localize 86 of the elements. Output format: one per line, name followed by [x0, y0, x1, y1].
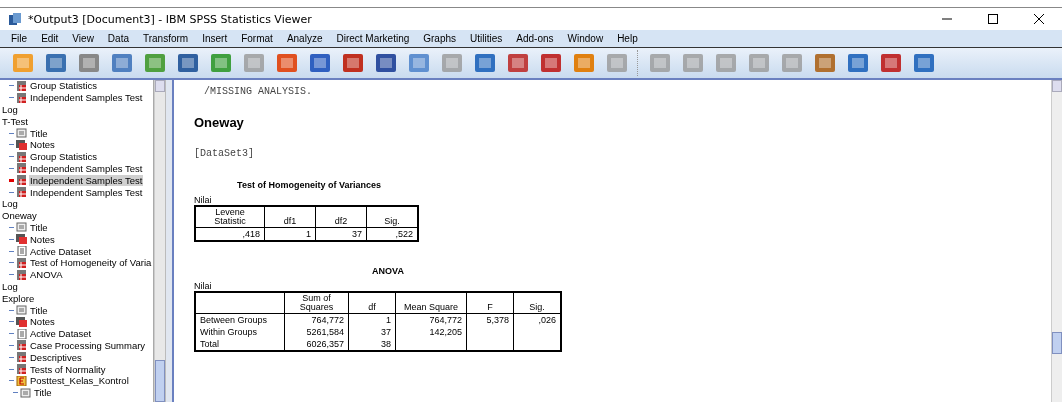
menu-item[interactable]: Format	[234, 33, 280, 44]
menu-item[interactable]: View	[65, 33, 101, 44]
notes-icon	[16, 316, 27, 327]
table-icon	[16, 257, 27, 268]
menu-item[interactable]: Help	[610, 33, 645, 44]
menu-item[interactable]: Add-ons	[509, 33, 561, 44]
menu-item[interactable]: Insert	[195, 33, 235, 44]
outline-item[interactable]: Case Processing Summary	[29, 339, 147, 351]
outline-item[interactable]: T-Test	[1, 115, 29, 127]
outline-item[interactable]: Log	[1, 104, 19, 115]
table-icon	[16, 80, 27, 91]
output-scrollbar[interactable]	[1051, 80, 1062, 402]
menu-item[interactable]: Edit	[34, 33, 66, 44]
column-header: Levene Statistic	[195, 206, 265, 228]
table-cell: 37	[348, 326, 396, 338]
table-icon	[16, 340, 27, 351]
table-icon	[16, 151, 27, 162]
table-icon	[16, 269, 27, 280]
outline-item[interactable]: Title	[29, 127, 49, 139]
menu-item[interactable]: Graphs	[416, 33, 464, 44]
table-icon	[16, 187, 27, 198]
column-header: Sum of Squares	[284, 292, 349, 314]
outline-item[interactable]: Explore	[1, 292, 36, 304]
window-title: *Output3 [Document3] - IBM SPSS Statistics Viewer	[28, 12, 312, 26]
row-header: Within Groups	[195, 326, 285, 338]
menu-item[interactable]: File	[4, 33, 35, 44]
outline-item[interactable]: Active Dataset	[29, 328, 93, 340]
table-cell: 38	[348, 338, 396, 351]
table-icon	[16, 364, 27, 374]
table-cell: 6026,357	[284, 338, 349, 351]
table-icon	[16, 92, 27, 103]
outline-item[interactable]: Notes	[29, 233, 56, 245]
column-header: df2	[315, 206, 367, 228]
outline-item[interactable]: Log	[1, 198, 19, 210]
menu-item[interactable]: Data	[100, 33, 136, 44]
output-heading: Oneway	[194, 115, 245, 130]
column-header: df	[348, 292, 396, 314]
menu-item[interactable]: Direct Marketing	[329, 33, 417, 44]
pane-splitter[interactable]	[165, 80, 174, 402]
table-icon	[16, 163, 27, 174]
notes-icon	[16, 234, 27, 245]
outline-item[interactable]: Independent Samples Test	[29, 186, 144, 198]
menu-item[interactable]: Transform	[136, 33, 196, 44]
app-icon	[8, 12, 22, 26]
notes-icon	[16, 139, 27, 150]
menu-item[interactable]: Utilities	[463, 33, 510, 44]
syntax-line: /MISSING ANALYSIS.	[204, 86, 314, 97]
outline-item[interactable]: Descriptives	[29, 351, 83, 363]
outline-item[interactable]: Oneway	[1, 210, 38, 222]
column-header: Mean Square	[395, 292, 467, 314]
row-header: Total	[195, 338, 285, 351]
table-icon	[16, 175, 27, 186]
column-header: F	[466, 292, 514, 314]
title-icon	[16, 128, 27, 139]
outline-item[interactable]: Log	[1, 280, 19, 292]
table-cell: 5261,584	[284, 326, 349, 338]
letter-e-icon	[16, 375, 27, 386]
outline-item[interactable]: Independent Samples Test	[29, 174, 144, 186]
title-icon	[20, 387, 31, 398]
outline-item[interactable]: Group Statistics	[29, 151, 99, 163]
outline-item[interactable]: Notes	[29, 316, 56, 328]
outline-item[interactable]: Title	[29, 221, 49, 233]
outline-item[interactable]: Title	[33, 387, 53, 399]
outline-item[interactable]: Posttest_Kelas_Kontrol	[29, 375, 130, 387]
dataset-label: [DataSet3]	[194, 148, 255, 159]
variable-label: Nilai	[194, 195, 213, 205]
table-title: ANOVA	[371, 266, 405, 276]
outline-scrollbar[interactable]	[154, 80, 165, 402]
title-icon	[16, 305, 27, 316]
variable-label: Nilai	[194, 281, 213, 291]
outline-item[interactable]: Notes	[29, 139, 56, 151]
menu-item[interactable]: Window	[560, 33, 611, 44]
column-header: df1	[264, 206, 316, 228]
title-icon	[16, 222, 27, 233]
outline-item[interactable]: Active Dataset	[29, 245, 93, 257]
outline-item[interactable]: Title	[29, 304, 49, 316]
outline-item[interactable]: Test of Homogeneity of Varia	[29, 257, 153, 269]
outline-item[interactable]: ANOVA	[29, 269, 64, 281]
outline-item[interactable]: Independent Samples Test	[29, 162, 144, 174]
table-icon	[16, 352, 27, 363]
menu-item[interactable]: Analyze	[279, 33, 330, 44]
outline-item[interactable]: Independent Samples Test	[29, 92, 144, 104]
outline-item[interactable]: Tests of Normality	[29, 363, 107, 375]
table-cell: 142,205	[395, 326, 467, 338]
outline-item[interactable]: Group Statistics	[29, 80, 99, 92]
table-title: Test of Homogeneity of Variances	[236, 180, 382, 190]
